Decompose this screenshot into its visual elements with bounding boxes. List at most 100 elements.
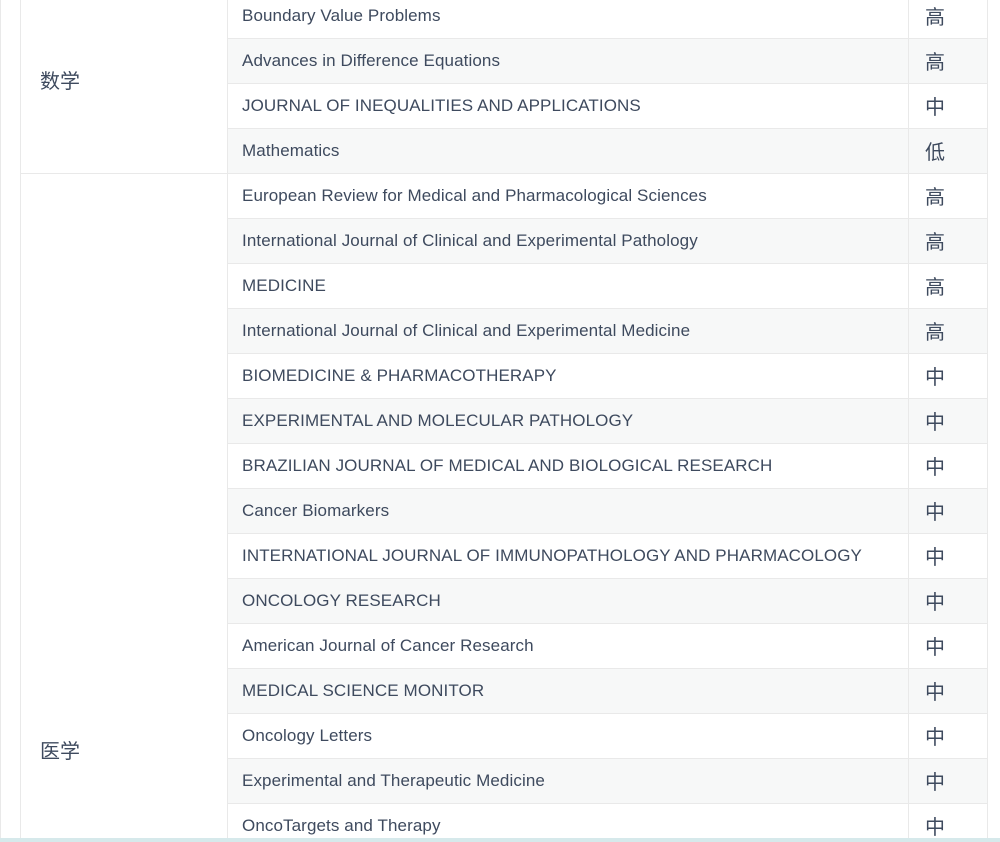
- rating-cell: 高: [908, 0, 987, 38]
- journal-name-cell: European Review for Medical and Pharmaco…: [227, 173, 908, 218]
- journal-name: OncoTargets and Therapy: [242, 816, 441, 836]
- row-divider: [227, 353, 987, 354]
- row-divider: [227, 263, 987, 264]
- rating-value: 中: [925, 451, 945, 480]
- category-cell-math: 数学: [20, 0, 227, 173]
- rating-value: 高: [925, 181, 945, 210]
- rating-cell: 中: [908, 623, 987, 668]
- rating-value: 高: [925, 1, 945, 30]
- rating-value: 高: [925, 316, 945, 345]
- journal-rating-page: Boundary Value Problems 高 Advances in Diff…: [0, 0, 1000, 842]
- journal-name-cell: Mathematics: [227, 128, 908, 173]
- rating-cell: 中: [908, 533, 987, 578]
- journal-name: Mathematics: [242, 141, 339, 161]
- rating-cell: 高: [908, 38, 987, 83]
- journal-name: MEDICAL SCIENCE MONITOR: [242, 681, 484, 701]
- rating-value: 中: [925, 91, 945, 120]
- journal-name-cell: Cancer Biomarkers: [227, 488, 908, 533]
- journal-name-cell: Experimental and Therapeutic Medicine: [227, 758, 908, 803]
- journal-name-cell: BIOMEDICINE & PHARMACOTHERAPY: [227, 353, 908, 398]
- rating-cell: 中: [908, 353, 987, 398]
- rating-value: 中: [925, 361, 945, 390]
- rating-cell: 中: [908, 83, 987, 128]
- rating-cell: 高: [908, 308, 987, 353]
- row-divider: [227, 218, 987, 219]
- column-divider: [987, 0, 988, 838]
- journal-name-cell: Boundary Value Problems: [227, 0, 908, 38]
- journal-name: ONCOLOGY RESEARCH: [242, 591, 441, 611]
- journal-name: Boundary Value Problems: [242, 6, 441, 26]
- rating-value: 中: [925, 811, 945, 840]
- journal-name: BIOMEDICINE & PHARMACOTHERAPY: [242, 366, 557, 386]
- journal-name-cell: EXPERIMENTAL AND MOLECULAR PATHOLOGY: [227, 398, 908, 443]
- rating-cell: 中: [908, 578, 987, 623]
- row-divider: [227, 713, 987, 714]
- column-divider: [227, 0, 228, 838]
- journal-name: Advances in Difference Equations: [242, 51, 500, 71]
- journal-name-cell: BRAZILIAN JOURNAL OF MEDICAL AND BIOLOGI…: [227, 443, 908, 488]
- rating-value: 中: [925, 496, 945, 525]
- journal-name: INTERNATIONAL JOURNAL OF IMMUNOPATHOLOGY…: [242, 546, 862, 566]
- rating-cell: 低: [908, 128, 987, 173]
- rating-value: 中: [925, 541, 945, 570]
- row-divider: [227, 398, 987, 399]
- rating-value: 低: [925, 136, 945, 165]
- rating-cell: 中: [908, 668, 987, 713]
- journal-name-cell: International Journal of Clinical and Ex…: [227, 218, 908, 263]
- journal-name: MEDICINE: [242, 276, 326, 296]
- rating-value: 中: [925, 766, 945, 795]
- row-divider: [227, 308, 987, 309]
- journal-name: European Review for Medical and Pharmaco…: [242, 186, 707, 206]
- column-divider: [20, 0, 21, 838]
- rating-cell: 中: [908, 713, 987, 758]
- row-divider: [227, 173, 987, 174]
- group-divider: [20, 173, 227, 174]
- journal-name: Cancer Biomarkers: [242, 501, 389, 521]
- journal-name-cell: MEDICAL SCIENCE MONITOR: [227, 668, 908, 713]
- journal-name-cell: Oncology Letters: [227, 713, 908, 758]
- journal-name-cell: American Journal of Cancer Research: [227, 623, 908, 668]
- rating-cell: 中: [908, 803, 987, 842]
- rating-cell: 高: [908, 218, 987, 263]
- row-divider: [227, 578, 987, 579]
- journal-name: Oncology Letters: [242, 726, 372, 746]
- journal-name: Experimental and Therapeutic Medicine: [242, 771, 545, 791]
- journal-name: International Journal of Clinical and Ex…: [242, 231, 698, 251]
- row-divider: [227, 803, 987, 804]
- row-divider: [227, 83, 987, 84]
- row-divider: [227, 443, 987, 444]
- journal-name-cell: Advances in Difference Equations: [227, 38, 908, 83]
- column-divider: [0, 0, 1, 838]
- rating-cell: 高: [908, 263, 987, 308]
- rating-value: 高: [925, 271, 945, 300]
- row-divider: [227, 38, 987, 39]
- rating-cell: 中: [908, 758, 987, 803]
- category-label: 医学: [40, 740, 80, 764]
- rating-cell: 中: [908, 398, 987, 443]
- rating-cell: 高: [908, 173, 987, 218]
- journal-name: American Journal of Cancer Research: [242, 636, 534, 656]
- journal-name-cell: ONCOLOGY RESEARCH: [227, 578, 908, 623]
- row-divider: [227, 488, 987, 489]
- rating-cell: 中: [908, 488, 987, 533]
- rating-value: 中: [925, 631, 945, 660]
- journal-name-cell: MEDICINE: [227, 263, 908, 308]
- category-label: 数学: [40, 70, 80, 94]
- row-divider: [227, 668, 987, 669]
- row-divider: [227, 533, 987, 534]
- rating-value: 中: [925, 721, 945, 750]
- rating-value: 中: [925, 676, 945, 705]
- journal-name: International Journal of Clinical and Ex…: [242, 321, 690, 341]
- row-divider: [227, 623, 987, 624]
- journal-name: BRAZILIAN JOURNAL OF MEDICAL AND BIOLOGI…: [242, 456, 772, 476]
- bottom-divider: [0, 838, 1000, 842]
- journal-name-cell: INTERNATIONAL JOURNAL OF IMMUNOPATHOLOGY…: [227, 533, 908, 578]
- journal-name: EXPERIMENTAL AND MOLECULAR PATHOLOGY: [242, 411, 633, 431]
- journal-name-cell: OncoTargets and Therapy: [227, 803, 908, 842]
- row-divider: [227, 758, 987, 759]
- rating-value: 高: [925, 226, 945, 255]
- rating-value: 中: [925, 406, 945, 435]
- row-divider: [227, 128, 987, 129]
- rating-value: 高: [925, 46, 945, 75]
- rating-value: 中: [925, 586, 945, 615]
